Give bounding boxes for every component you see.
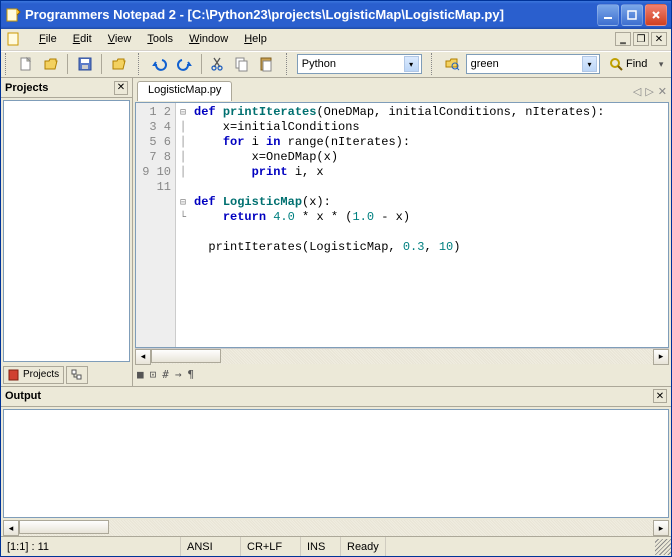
output-body[interactable]: [3, 409, 669, 519]
scroll-right-button[interactable]: ▸: [653, 349, 669, 365]
titlebar: Programmers Notepad 2 - [C:\Python23\pro…: [1, 1, 671, 29]
menu-window[interactable]: Window: [181, 31, 236, 47]
toggle-wrap[interactable]: →: [175, 368, 182, 381]
tree-icon: [71, 369, 83, 381]
projects-header: Projects ✕: [1, 78, 132, 98]
line-gutter: 1 2 3 4 5 6 7 8 9 10 11: [136, 103, 176, 346]
editor-tabs: LogisticMap.py ◁ ▷ ✕: [133, 78, 671, 102]
status-position: [1:1] : 11: [1, 537, 181, 556]
menu-view[interactable]: View: [100, 31, 140, 47]
toolbar-grip[interactable]: [5, 53, 10, 75]
open-button[interactable]: [40, 53, 61, 75]
scroll-left-button[interactable]: ◂: [3, 520, 19, 536]
save-button[interactable]: [74, 53, 95, 75]
fold-column[interactable]: ⊟││││ ⊟└: [176, 103, 190, 346]
menu-help[interactable]: Help: [236, 31, 275, 47]
search-input[interactable]: green ▾: [466, 54, 600, 74]
projects-title: Projects: [5, 82, 48, 94]
new-button[interactable]: [16, 53, 37, 75]
toolbar-grip-2[interactable]: [138, 53, 143, 75]
scroll-left-button[interactable]: ◂: [135, 349, 151, 365]
search-value: green: [471, 58, 499, 70]
code-body[interactable]: def printIterates(OneDMap, initialCondit…: [190, 103, 668, 346]
open-project-button[interactable]: [108, 53, 129, 75]
redo-button[interactable]: [173, 53, 194, 75]
toolbar: Python ▾ green ▾ Find ▾: [1, 51, 671, 79]
menu-file[interactable]: FFileile: [31, 31, 65, 47]
output-close-button[interactable]: ✕: [653, 389, 667, 403]
find-button[interactable]: Find: [603, 53, 652, 75]
language-value: Python: [302, 58, 336, 70]
editor-hscroll[interactable]: ◂ ▸: [135, 348, 669, 364]
app-icon: [5, 7, 21, 23]
menu-tools[interactable]: Tools: [139, 31, 181, 47]
window-title: Programmers Notepad 2 - [C:\Python23\pro…: [25, 7, 595, 22]
toggle-bookmark[interactable]: ■: [137, 368, 144, 381]
tab-close-icon[interactable]: ✕: [658, 85, 667, 98]
toolbar-grip-4[interactable]: [431, 53, 436, 75]
find-folder-button[interactable]: [441, 53, 462, 75]
mdi-restore-button[interactable]: ❐: [633, 32, 649, 46]
minimize-button[interactable]: [597, 4, 619, 26]
tab-prev-icon[interactable]: ◁: [633, 85, 641, 98]
resize-grip[interactable]: [655, 539, 671, 555]
language-select[interactable]: Python ▾: [297, 54, 422, 74]
scroll-thumb[interactable]: [19, 520, 109, 534]
toolbar-overflow[interactable]: ▾: [655, 53, 667, 75]
output-title: Output: [5, 390, 41, 402]
copy-button[interactable]: [232, 53, 253, 75]
menubar: FFileile Edit View Tools Window Help ‗ ❐…: [1, 29, 671, 51]
status-message: Ready: [341, 537, 386, 556]
output-header: Output ✕: [1, 387, 671, 407]
output-hscroll[interactable]: ◂ ▸: [3, 520, 669, 536]
cut-button[interactable]: [207, 53, 228, 75]
find-label: Find: [626, 58, 647, 70]
projects-tree[interactable]: [3, 100, 130, 361]
mdi-minimize-button[interactable]: ‗: [615, 32, 631, 46]
explorer-tab[interactable]: [66, 366, 88, 384]
undo-button[interactable]: [149, 53, 170, 75]
status-eol: CR+LF: [241, 537, 301, 556]
toolbar-grip-3[interactable]: [286, 53, 291, 75]
paste-button[interactable]: [256, 53, 277, 75]
scroll-thumb[interactable]: [151, 349, 221, 363]
editor-tab[interactable]: LogisticMap.py: [137, 81, 232, 101]
chevron-down-icon: ▾: [404, 56, 419, 72]
system-menu-icon[interactable]: [5, 30, 23, 48]
toggle-eol[interactable]: ¶: [188, 368, 195, 381]
status-encoding: ANSI: [181, 537, 241, 556]
view-toggles: ■ ⊡ # → ¶: [133, 364, 671, 386]
projects-panel: Projects ✕ Projects: [1, 78, 133, 385]
chevron-down-icon: ▾: [582, 56, 597, 72]
toggle-linenumbers[interactable]: #: [162, 368, 169, 381]
code-editor[interactable]: 1 2 3 4 5 6 7 8 9 10 11 ⊟││││ ⊟└ def pri…: [135, 102, 669, 347]
menu-edit[interactable]: Edit: [65, 31, 100, 47]
statusbar: [1:1] : 11 ANSI CR+LF INS Ready: [1, 536, 671, 556]
projects-close-button[interactable]: ✕: [114, 81, 128, 95]
toggle-whitespace[interactable]: ⊡: [150, 368, 157, 381]
mdi-close-button[interactable]: ✕: [651, 32, 667, 46]
scroll-right-button[interactable]: ▸: [653, 520, 669, 536]
output-panel: Output ✕ ◂ ▸: [1, 386, 671, 537]
close-button[interactable]: [645, 4, 667, 26]
status-insert: INS: [301, 537, 341, 556]
tab-next-icon[interactable]: ▷: [645, 85, 653, 98]
maximize-button[interactable]: [621, 4, 643, 26]
projects-tab[interactable]: Projects: [3, 366, 64, 384]
book-icon: [8, 369, 20, 381]
